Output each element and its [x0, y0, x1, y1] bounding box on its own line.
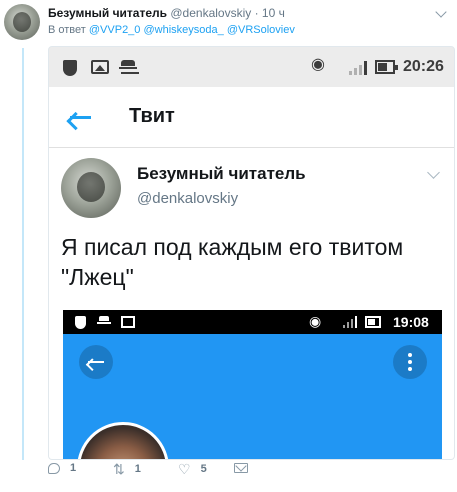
caret-down-icon[interactable]	[435, 6, 447, 18]
like-button[interactable]: ♡ 5	[178, 462, 207, 484]
reply-button[interactable]: 1	[48, 462, 76, 484]
reply-context: В ответ @VVP2_0 @whiskeysoda_ @VRSolovie…	[48, 24, 295, 36]
profile-avatar	[77, 422, 169, 459]
thread-connector-line	[22, 48, 24, 460]
nested-screenshot: ◉ 19:08	[63, 310, 442, 459]
author-handle[interactable]: @denkalovskiy	[170, 6, 251, 20]
tweet-actions: 1 ⇅ 1 ♡ 5	[48, 462, 448, 486]
tweet-text: Я писал под каждым его твитом "Лжец"	[61, 234, 404, 290]
author-name[interactable]: Безумный читатель	[48, 6, 167, 20]
incognito-icon	[97, 316, 111, 328]
wifi-icon: ◉	[311, 56, 325, 73]
wifi-icon: ◉	[309, 313, 322, 329]
back-arrow-icon	[66, 105, 95, 131]
status-time: 20:26	[403, 58, 444, 75]
mention-link[interactable]: @whiskeysoda_	[143, 24, 223, 36]
retweet-count: 1	[134, 463, 141, 475]
author-handle: @denkalovskiy	[137, 190, 239, 207]
incognito-icon	[119, 60, 137, 76]
attached-screenshot[interactable]: ◉ 20:26 Твит Безумный читатель @denkalov…	[48, 46, 455, 460]
more-vertical-icon	[393, 345, 427, 379]
reply-icon	[48, 462, 60, 474]
retweet-icon: ⇅	[113, 461, 125, 477]
tweet-header: Безумный читатель @denkalovskiy · 10 ч	[48, 6, 285, 20]
phone-status-bar: ◉ 19:08	[63, 310, 442, 334]
shield-icon	[63, 60, 77, 76]
mention-link[interactable]: @VRSoloviev	[227, 24, 295, 36]
avatar	[61, 158, 121, 218]
status-time: 19:08	[393, 314, 429, 330]
like-count: 5	[200, 463, 207, 475]
image-icon	[121, 316, 135, 328]
reply-count: 1	[70, 462, 77, 475]
author-avatar[interactable]	[4, 4, 40, 40]
author-name: Безумный читатель	[137, 164, 306, 183]
direct-message-button[interactable]	[234, 462, 258, 484]
signal-icon	[349, 61, 367, 75]
phone-status-bar: ◉ 20:26	[49, 47, 454, 87]
battery-icon	[375, 60, 398, 74]
retweet-button[interactable]: ⇅ 1	[113, 462, 141, 484]
signal-icon	[343, 316, 357, 328]
app-bar-title: Твит	[129, 105, 175, 127]
caret-down-icon	[427, 166, 440, 179]
reply-prefix: В ответ	[48, 24, 86, 36]
like-icon: ♡	[178, 461, 191, 477]
battery-icon	[365, 316, 381, 328]
tweet-detail: Безумный читатель @denkalovskiy Я писал …	[49, 148, 454, 459]
image-icon	[91, 60, 109, 74]
mention-link[interactable]: @VVP2_0	[89, 24, 141, 36]
shield-icon	[75, 316, 86, 329]
app-bar: Твит	[49, 87, 454, 148]
direct-message-icon	[234, 463, 248, 474]
back-arrow-icon	[79, 345, 113, 379]
tweet-time[interactable]: · 10 ч	[255, 6, 285, 20]
